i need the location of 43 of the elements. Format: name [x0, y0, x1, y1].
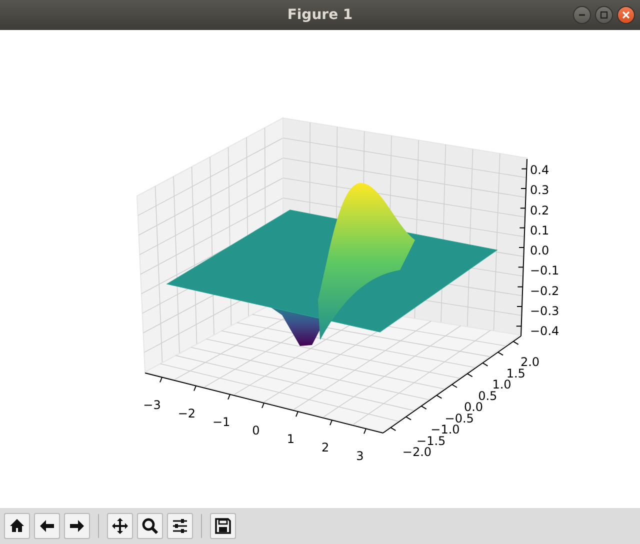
z-tick-label: −0.4 [530, 324, 560, 338]
y-tick-label: −1.0 [430, 422, 460, 436]
maximize-icon [598, 9, 610, 21]
y-tick-label: 1.5 [506, 366, 526, 380]
x-tick-label: 3 [356, 449, 364, 463]
pan-button[interactable] [107, 513, 133, 539]
y-tick-label: 0.5 [478, 388, 498, 403]
z-tick-label: 0.1 [530, 223, 550, 238]
y-tick-label: −2.0 [402, 445, 432, 459]
x-tick-label: −1 [212, 415, 230, 429]
z-tick-label: −0.2 [530, 284, 560, 298]
four-way-arrow-icon [111, 517, 129, 535]
y-tick-label: −1.5 [416, 434, 446, 448]
x-tick-label: −2 [178, 406, 196, 420]
y-tick-label: 1.0 [492, 378, 512, 392]
y-tick-label: 0.0 [464, 400, 484, 414]
minimize-button[interactable] [573, 6, 591, 24]
magnifier-icon [141, 517, 159, 535]
close-icon [620, 9, 632, 21]
save-button[interactable] [210, 513, 236, 539]
forward-button[interactable] [64, 513, 90, 539]
forward-arrow-icon [68, 517, 86, 535]
z-tick-label: 0.2 [530, 203, 550, 218]
x-tick-label: 0 [252, 424, 260, 438]
back-button[interactable] [34, 513, 60, 539]
x-tick-label: 2 [322, 440, 330, 454]
x-tick-label: −3 [143, 398, 161, 412]
maximize-button[interactable] [595, 6, 613, 24]
y-tick-label: −0.5 [444, 411, 474, 426]
home-button[interactable] [4, 513, 30, 539]
z-tick-label: −0.3 [530, 304, 560, 318]
z-tick-label: 0.0 [530, 244, 550, 258]
sliders-icon [171, 517, 189, 535]
configure-button[interactable] [167, 513, 193, 539]
zoom-button[interactable] [137, 513, 163, 539]
z-tick-label: 0.4 [530, 163, 550, 177]
close-button[interactable] [617, 6, 635, 24]
z-tick-label: −0.1 [530, 264, 560, 278]
home-icon [8, 517, 26, 535]
window-title: Figure 1 [287, 6, 353, 24]
y-tick-label: 2.0 [520, 355, 540, 369]
x-tick-label: 1 [286, 432, 294, 446]
z-tick-label: 0.3 [530, 183, 550, 198]
